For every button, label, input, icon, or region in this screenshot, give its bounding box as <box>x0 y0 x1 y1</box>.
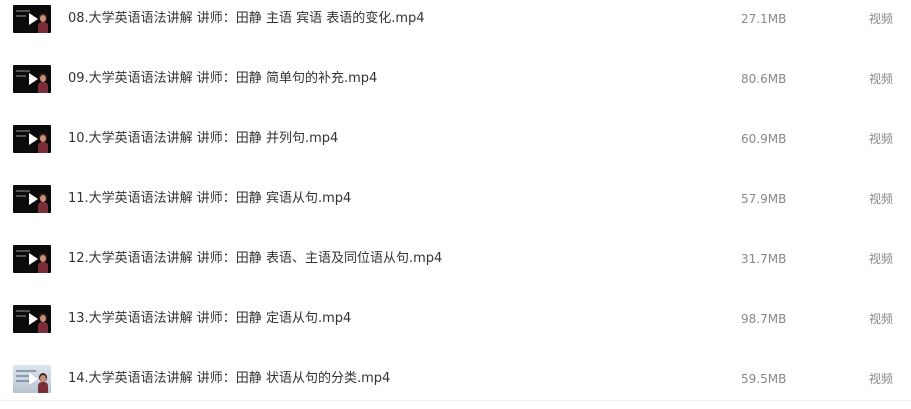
instructor-image <box>38 135 48 153</box>
file-name[interactable]: 13.大学英语语法讲解 讲师：田静 定语从句.mp4 <box>68 310 351 328</box>
instructor-image <box>38 75 48 93</box>
file-row[interactable]: 09.大学英语语法讲解 讲师：田静 简单句的补充.mp4 80.6MB 视频 <box>0 49 911 109</box>
file-name[interactable]: 11.大学英语语法讲解 讲师：田静 宾语从句.mp4 <box>68 190 351 208</box>
file-name[interactable]: 12.大学英语语法讲解 讲师：田静 表语、主语及同位语从句.mp4 <box>68 250 442 268</box>
instructor-image <box>38 315 48 333</box>
file-size: 80.6MB <box>741 72 787 86</box>
instructor-image <box>38 255 48 273</box>
video-thumbnail[interactable] <box>13 305 51 333</box>
divider <box>0 400 911 401</box>
file-row[interactable]: 13.大学英语语法讲解 讲师：田静 定语从句.mp4 98.7MB 视频 <box>0 289 911 349</box>
file-size: 57.9MB <box>741 192 787 206</box>
file-name[interactable]: 14.大学英语语法讲解 讲师：田静 状语从句的分类.mp4 <box>68 370 390 388</box>
file-name[interactable]: 09.大学英语语法讲解 讲师：田静 简单句的补充.mp4 <box>68 70 377 88</box>
file-type: 视频 <box>869 312 894 326</box>
file-type: 视频 <box>869 192 894 206</box>
video-thumbnail[interactable] <box>13 125 51 153</box>
file-size: 31.7MB <box>741 252 787 266</box>
video-thumbnail[interactable] <box>13 245 51 273</box>
file-name[interactable]: 10.大学英语语法讲解 讲师：田静 并列句.mp4 <box>68 130 338 148</box>
video-thumbnail[interactable] <box>13 65 51 93</box>
file-size: 27.1MB <box>741 12 787 26</box>
video-thumbnail[interactable] <box>13 5 51 33</box>
file-size: 59.5MB <box>741 372 787 386</box>
file-name[interactable]: 08.大学英语语法讲解 讲师：田静 主语 宾语 表语的变化.mp4 <box>68 10 425 28</box>
file-row[interactable]: 10.大学英语语法讲解 讲师：田静 并列句.mp4 60.9MB 视频 <box>0 109 911 169</box>
file-row[interactable]: 12.大学英语语法讲解 讲师：田静 表语、主语及同位语从句.mp4 31.7MB… <box>0 229 911 289</box>
file-type: 视频 <box>869 372 894 386</box>
video-thumbnail[interactable] <box>13 185 51 213</box>
file-size: 60.9MB <box>741 132 787 146</box>
file-row[interactable]: 08.大学英语语法讲解 讲师：田静 主语 宾语 表语的变化.mp4 27.1MB… <box>0 0 911 49</box>
file-type: 视频 <box>869 72 894 86</box>
instructor-image <box>38 15 48 33</box>
file-row[interactable]: 11.大学英语语法讲解 讲师：田静 宾语从句.mp4 57.9MB 视频 <box>0 169 911 229</box>
file-size: 98.7MB <box>741 312 787 326</box>
file-type: 视频 <box>869 132 894 146</box>
instructor-image <box>38 195 48 213</box>
file-list: 08.大学英语语法讲解 讲师：田静 主语 宾语 表语的变化.mp4 27.1MB… <box>0 0 911 407</box>
video-thumbnail[interactable] <box>13 365 51 393</box>
instructor-image <box>38 375 48 393</box>
file-type: 视频 <box>869 12 894 26</box>
file-type: 视频 <box>869 252 894 266</box>
